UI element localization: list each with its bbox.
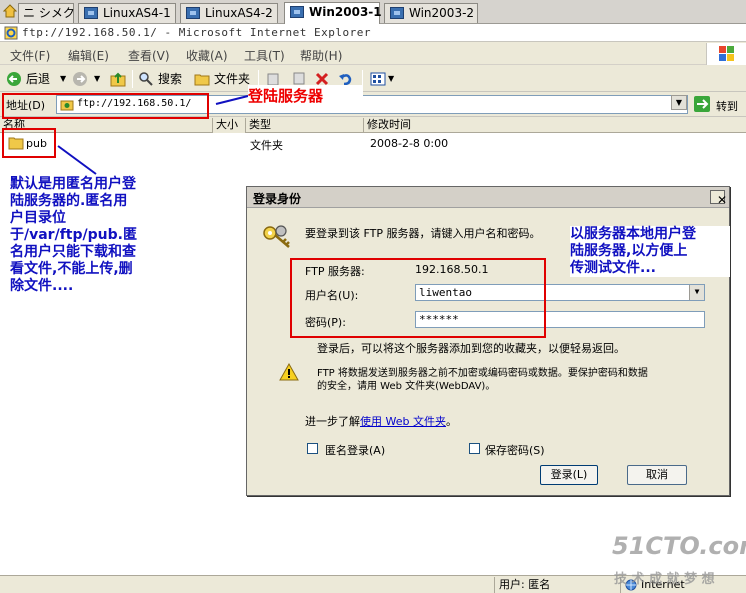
up-folder-button[interactable]: [110, 70, 128, 88]
menu-favorites[interactable]: 收藏(A): [186, 47, 228, 64]
annotation-anonymous-note: 默认是用匿名用户登 陆服务器的.匿名用 户目录位 于/var/ftp/pub.匿…: [10, 176, 170, 295]
views-button[interactable]: ▼: [370, 70, 396, 88]
column-header-size[interactable]: 大小: [212, 118, 246, 133]
window-title: ftp://192.168.50.1/ - Microsoft Internet…: [22, 26, 372, 39]
vm-icon: [390, 7, 404, 19]
menu-tools[interactable]: 工具(T): [244, 47, 285, 64]
vm-tab-strip: ニ シメク LinuxAS4-1 LinuxAS4-2 Win2003-1 Wi…: [0, 0, 746, 24]
column-header-modified[interactable]: 修改时间: [364, 118, 746, 133]
annotation-line: 看文件,不能上传,删: [10, 261, 133, 277]
vm-tab-linuxas4-2[interactable]: LinuxAS4-2: [180, 3, 278, 23]
annotation-box-credentials: [290, 258, 546, 338]
annotation-line: 以服务器本地用户登: [570, 226, 696, 242]
chevron-down-icon[interactable]: ▼: [388, 70, 394, 88]
after-login-note: 登录后，可以将这个服务器添加到您的收藏夹，以便轻易返回。: [317, 342, 625, 355]
annotation-login-server: 登陆服务器: [248, 85, 364, 106]
folder-icon: [194, 74, 210, 86]
login-button[interactable]: 登录(L): [540, 465, 598, 485]
dialog-title-bar: 登录身份 ✕: [247, 187, 729, 208]
annotation-line: 于/var/ftp/pub.匿: [10, 227, 137, 243]
column-header-type[interactable]: 类型: [246, 118, 364, 133]
search-label: 搜索: [158, 72, 183, 86]
learn-more-suffix: 。: [445, 415, 457, 428]
close-button[interactable]: ✕: [710, 190, 728, 207]
back-button[interactable]: 后退 ▼: [6, 70, 68, 88]
file-type: 文件夹: [250, 139, 283, 152]
annotation-box-pub: [2, 128, 56, 158]
vm-tab-label: LinuxAS4-2: [205, 6, 273, 20]
address-dropdown-button[interactable]: ▼: [671, 95, 687, 110]
annotation-line: 陆服务器,以方便上: [570, 243, 688, 259]
anonymous-login-label[interactable]: 匿名登录(A): [325, 442, 385, 458]
search-button[interactable]: 搜索: [138, 70, 188, 88]
vm-icon: [290, 6, 304, 18]
annotation-line: 默认是用匿名用户登: [10, 176, 136, 192]
vm-icon: [84, 7, 98, 19]
vm-tab-win2003-1[interactable]: Win2003-1: [284, 2, 382, 24]
annotation-arrow: [57, 145, 97, 175]
folder-up-icon: [110, 72, 126, 87]
menu-file[interactable]: 文件(F): [10, 47, 50, 64]
annotation-line: 名用户只能下载和查: [10, 244, 136, 260]
menu-edit[interactable]: 编辑(E): [68, 47, 109, 64]
save-password-label[interactable]: 保存密码(S): [485, 442, 545, 458]
learn-more-text: 进一步了解使用 Web 文件夹。: [305, 413, 457, 429]
back-arrow-icon: [7, 72, 21, 86]
forward-button[interactable]: ▼: [72, 70, 106, 88]
vm-tab-linuxas4-1[interactable]: LinuxAS4-1: [78, 3, 176, 23]
vm-tab-win2003-2[interactable]: Win2003-2: [384, 3, 478, 23]
watermark-logo: 51CTO.com 技 术 成 就 梦 想: [610, 532, 746, 588]
back-label: 后退: [26, 72, 51, 86]
folders-button[interactable]: 文件夹: [194, 70, 254, 88]
search-icon: [139, 72, 153, 86]
dialog-title: 登录身份: [253, 192, 302, 206]
go-arrow-icon: [694, 96, 710, 112]
list-header: 名称 大小 类型 修改时间: [0, 118, 746, 133]
go-button[interactable]: 转到: [694, 95, 744, 114]
annotation-box-address: [2, 93, 209, 119]
file-modified: 2008-2-8 0:00: [370, 137, 449, 150]
keys-icon: [263, 225, 290, 248]
home-icon[interactable]: [3, 4, 17, 18]
warning-icon: [279, 363, 299, 381]
watermark-brand: 51CTO.com: [612, 532, 746, 560]
ie-icon: [4, 26, 18, 40]
toolbar: 后退 ▼ ▼ 搜索 文件夹 ▼: [0, 66, 746, 92]
vm-tab-home[interactable]: ニ シメク: [18, 3, 75, 23]
status-user: 用户: 匿名: [494, 577, 614, 593]
vm-tab-label: LinuxAS4-1: [103, 6, 171, 20]
toolbar-separator: [132, 70, 133, 88]
chevron-down-icon[interactable]: ▼: [60, 70, 66, 88]
folders-label: 文件夹: [214, 72, 251, 86]
go-label: 转到: [716, 100, 738, 113]
annotation-line: 陆服务器的.匿名用: [10, 193, 128, 209]
webdav-link[interactable]: 使用 Web 文件夹: [360, 415, 446, 428]
windows-logo-icon: [706, 43, 746, 65]
cancel-button[interactable]: 取消: [627, 465, 687, 485]
views-icon: [370, 72, 386, 86]
save-password-checkbox[interactable]: [469, 443, 480, 454]
close-icon: ✕: [717, 193, 728, 207]
warning-line-2: 的安全，请用 Web 文件夹(WebDAV)。: [317, 381, 496, 392]
menu-help[interactable]: 帮助(H): [300, 47, 342, 64]
chevron-down-icon[interactable]: ▼: [689, 285, 704, 300]
vm-tab-label: Win2003-1: [309, 5, 382, 19]
vm-icon: [186, 7, 200, 19]
menu-bar: 文件(F) 编辑(E) 查看(V) 收藏(A) 工具(T) 帮助(H): [0, 43, 746, 65]
vm-tab-label: Win2003-2: [409, 6, 475, 20]
watermark-slogan: 技 术 成 就 梦 想: [614, 572, 715, 587]
window-title-bar: ftp://192.168.50.1/ - Microsoft Internet…: [0, 24, 746, 42]
learn-more-prefix: 进一步了解: [305, 415, 360, 428]
annotation-local-user-note: 以服务器本地用户登 陆服务器,以方便上 传测试文件...: [570, 226, 730, 277]
annotation-line: 户目录位: [10, 210, 66, 226]
chevron-down-icon[interactable]: ▼: [94, 70, 100, 88]
annotation-arrow: [215, 95, 249, 105]
forward-arrow-icon: [73, 72, 87, 86]
menu-view[interactable]: 查看(V): [128, 47, 170, 64]
annotation-line: 传测试文件...: [570, 260, 656, 276]
dialog-intro: 要登录到该 FTP 服务器，请键入用户名和密码。: [305, 227, 541, 240]
annotation-line: 除文件....: [10, 278, 74, 294]
anonymous-login-checkbox[interactable]: [307, 443, 318, 454]
vm-tab-label: ニ シメク: [23, 6, 75, 20]
